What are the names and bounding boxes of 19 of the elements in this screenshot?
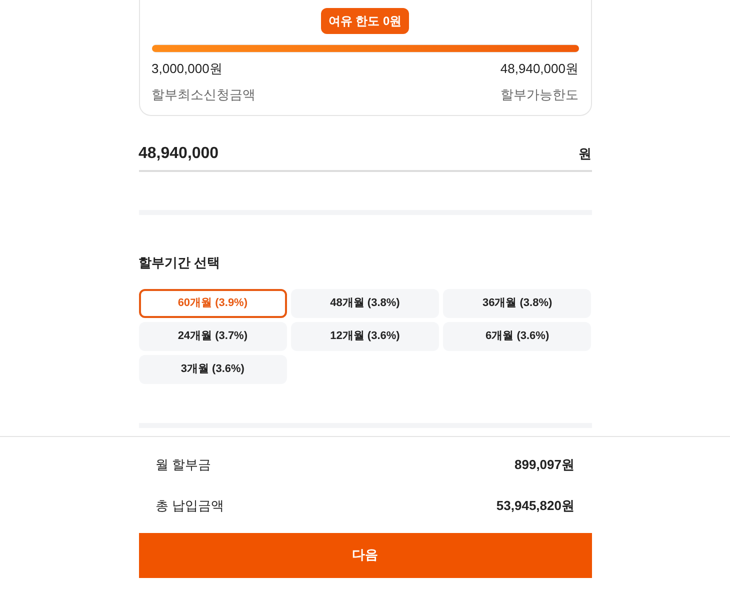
max-amount: 48,940,000원 (500, 60, 578, 78)
amount-field[interactable]: 48,940,000 원 (138, 138, 592, 172)
min-amount: 3,000,000원 (152, 60, 222, 78)
limit-badge: 여유 한도 0원 (321, 8, 409, 34)
period-option[interactable]: 3개월 (3.6%) (138, 354, 287, 384)
next-button[interactable]: 다음 (138, 532, 592, 578)
max-label: 할부가능한도 (500, 86, 578, 104)
section-title: 할부기간 선택 (138, 254, 222, 272)
summary-label: 총 납입금액 (156, 497, 224, 515)
summary-value: 53,945,820원 (496, 497, 574, 515)
period-option[interactable]: 12개월 (3.6%) (290, 322, 440, 350)
min-label: 할부최소신청금액 (152, 86, 256, 104)
period-option[interactable]: 36개월 (3.8%) (443, 288, 592, 318)
period-option[interactable]: 48개월 (3.8%) (290, 288, 440, 318)
period-option[interactable]: 6개월 (3.6%) (443, 322, 592, 350)
period-option[interactable]: 60개월 (3.9%) (138, 288, 287, 318)
summary-value: 899,097원 (514, 456, 574, 474)
period-option[interactable]: 24개월 (3.7%) (138, 322, 287, 350)
summary-label: 월 할부금 (156, 456, 212, 474)
